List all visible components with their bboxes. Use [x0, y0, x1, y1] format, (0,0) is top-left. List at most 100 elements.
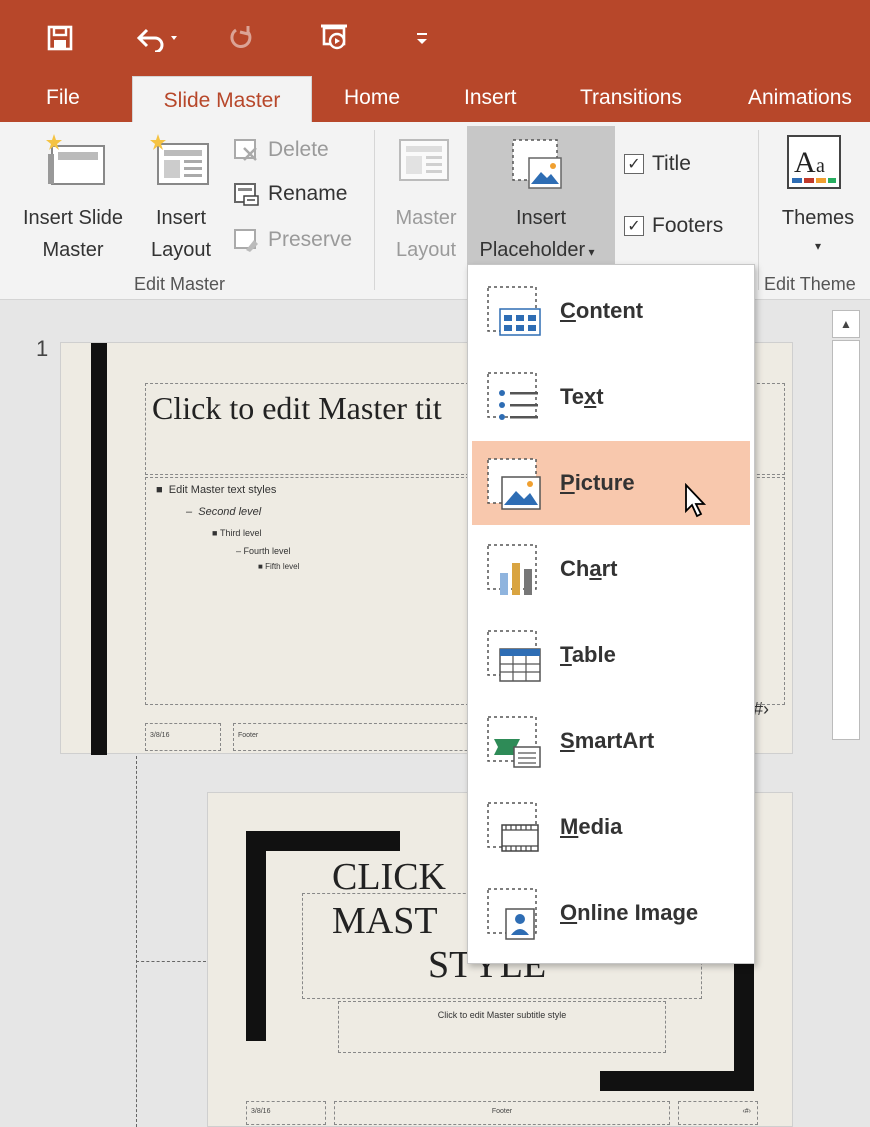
rename-button[interactable]: Rename: [232, 180, 347, 208]
insert-slide-master-label-1: Insert Slide: [22, 207, 124, 229]
content-icon: [487, 286, 541, 336]
title-checkbox[interactable]: ✓ Title: [624, 152, 691, 176]
menu-item-content-label: Content: [560, 298, 643, 324]
insert-placeholder-label-1: Insert: [515, 207, 567, 229]
ribbon-tabs: File Slide Master Home Insert Transition…: [0, 74, 870, 122]
menu-item-table-label: Table: [560, 642, 616, 668]
undo-icon[interactable]: [128, 18, 188, 58]
layout-connector: [136, 961, 206, 962]
title-checkbox-label: Title: [652, 152, 691, 175]
preserve-button[interactable]: Preserve: [232, 226, 352, 254]
menu-item-picture-rest: icture: [574, 470, 635, 495]
preserve-label: Preserve: [268, 228, 353, 251]
corner-bracket-bottom: [600, 1071, 754, 1091]
date-placeholder: 3/8/16: [246, 1101, 326, 1125]
title-bar: [0, 0, 870, 74]
themes-icon: A a: [787, 135, 841, 189]
tab-transitions[interactable]: Transitions: [566, 74, 696, 122]
menu-item-chart-rest: rt: [601, 556, 618, 581]
insert-placeholder-icon: [512, 139, 562, 189]
tab-file[interactable]: File: [32, 74, 94, 122]
menu-item-picture-accel: P: [560, 470, 575, 495]
insert-layout-label-1: Insert: [155, 207, 207, 229]
menu-item-table-accel: T: [560, 642, 572, 667]
save-icon[interactable]: [40, 18, 80, 58]
page-number-placeholder: ‹#›: [678, 1101, 758, 1125]
customize-qat-icon[interactable]: [410, 18, 434, 58]
bullet-level-3-text: Third level: [219, 528, 262, 538]
footer-text: Footer: [491, 1108, 513, 1115]
group-separator: [758, 130, 759, 290]
redo-icon[interactable]: [222, 18, 262, 58]
mouse-cursor-icon: [685, 483, 707, 518]
footer-placeholder: Footer: [334, 1101, 670, 1125]
menu-item-online-image[interactable]: Online Image: [472, 871, 750, 955]
slide-number: 1: [36, 336, 49, 361]
menu-item-picture-label: Picture: [560, 470, 635, 496]
menu-item-table[interactable]: Table: [472, 613, 750, 697]
bullet-level-4-text: Fourth level: [243, 546, 291, 556]
bullet-level-4: – Fourth level: [236, 546, 291, 556]
insert-slide-master-button[interactable]: Insert Slide Master: [10, 122, 136, 272]
delete-label: Delete: [268, 138, 329, 161]
tab-insert[interactable]: Insert: [450, 74, 531, 122]
menu-item-chart[interactable]: Chart: [472, 527, 750, 611]
page-number-text: ‹#›: [742, 1108, 751, 1115]
title-checkbox-box[interactable]: ✓: [624, 154, 644, 174]
bullet-level-2: – Second level: [186, 506, 262, 518]
themes-button[interactable]: A a Themes ▾: [766, 122, 870, 272]
menu-item-content[interactable]: Content: [472, 269, 750, 353]
insert-layout-button[interactable]: Insert Layout: [140, 122, 222, 272]
svg-text:A: A: [794, 146, 816, 179]
tab-slide-master[interactable]: Slide Master: [132, 76, 312, 122]
table-icon: [487, 630, 541, 682]
corner-bracket-right: [734, 943, 754, 1091]
menu-item-content-accel: C: [560, 298, 576, 323]
footer-text: Footer: [238, 732, 259, 739]
footers-checkbox-label: Footers: [652, 214, 724, 237]
menu-item-media[interactable]: Media: [472, 785, 750, 869]
edit-theme-group-label: Edit Theme: [764, 274, 856, 294]
tab-home[interactable]: Home: [330, 74, 414, 122]
media-icon: [487, 802, 539, 852]
insert-placeholder-text: Placeholder: [479, 239, 586, 261]
menu-item-table-rest: able: [571, 642, 616, 667]
menu-item-text[interactable]: Text: [472, 355, 750, 439]
tab-animations[interactable]: Animations: [734, 74, 866, 122]
menu-item-online-image-label: Online Image: [560, 900, 698, 926]
bullet-level-3: ■ Third level: [212, 528, 262, 538]
menu-item-text-pre: Te: [560, 384, 585, 409]
text-icon: [487, 372, 538, 420]
master-layout-button[interactable]: Master Layout: [386, 122, 466, 272]
menu-item-chart-label: Chart: [560, 556, 617, 582]
menu-item-online-image-rest: nline Image: [577, 900, 699, 925]
menu-item-media-rest: edia: [578, 814, 623, 839]
themes-dropdown-icon: ▾: [814, 239, 822, 253]
insert-slide-master-icon: [46, 134, 105, 185]
delete-icon: [234, 139, 257, 161]
menu-item-smartart[interactable]: SmartArt: [472, 699, 750, 783]
online-image-icon: [487, 888, 537, 940]
delete-button[interactable]: Delete: [232, 136, 329, 164]
insert-layout-label-2: Layout: [150, 239, 212, 261]
menu-item-chart-accel: a: [589, 556, 602, 581]
insert-placeholder-menu: Content Text Picture Chart Table SmartAr…: [467, 264, 755, 964]
menu-item-text-accel: x: [584, 384, 597, 409]
layout-title-line-1: CLICK: [332, 856, 446, 898]
start-slideshow-icon[interactable]: [312, 18, 356, 58]
scroll-up-icon[interactable]: ▲: [832, 310, 860, 338]
scrollbar-thumb[interactable]: [832, 340, 860, 740]
footers-checkbox[interactable]: ✓ Footers: [624, 214, 723, 238]
picture-icon: [487, 458, 541, 510]
bullet-level-2-text: Second level: [198, 506, 262, 518]
footers-checkbox-box[interactable]: ✓: [624, 216, 644, 236]
menu-item-smartart-label: SmartArt: [560, 728, 654, 754]
preserve-icon: [234, 229, 258, 252]
menu-item-picture[interactable]: Picture: [472, 441, 750, 525]
date-placeholder: 3/8/16: [145, 723, 221, 751]
bullet-level-5: ■ Fifth level: [258, 562, 300, 571]
corner-bracket-left: [246, 831, 266, 1041]
smartart-icon: [487, 716, 541, 768]
menu-item-smartart-accel: S: [560, 728, 575, 753]
insert-placeholder-button[interactable]: Insert Placeholder ▾: [467, 126, 615, 266]
